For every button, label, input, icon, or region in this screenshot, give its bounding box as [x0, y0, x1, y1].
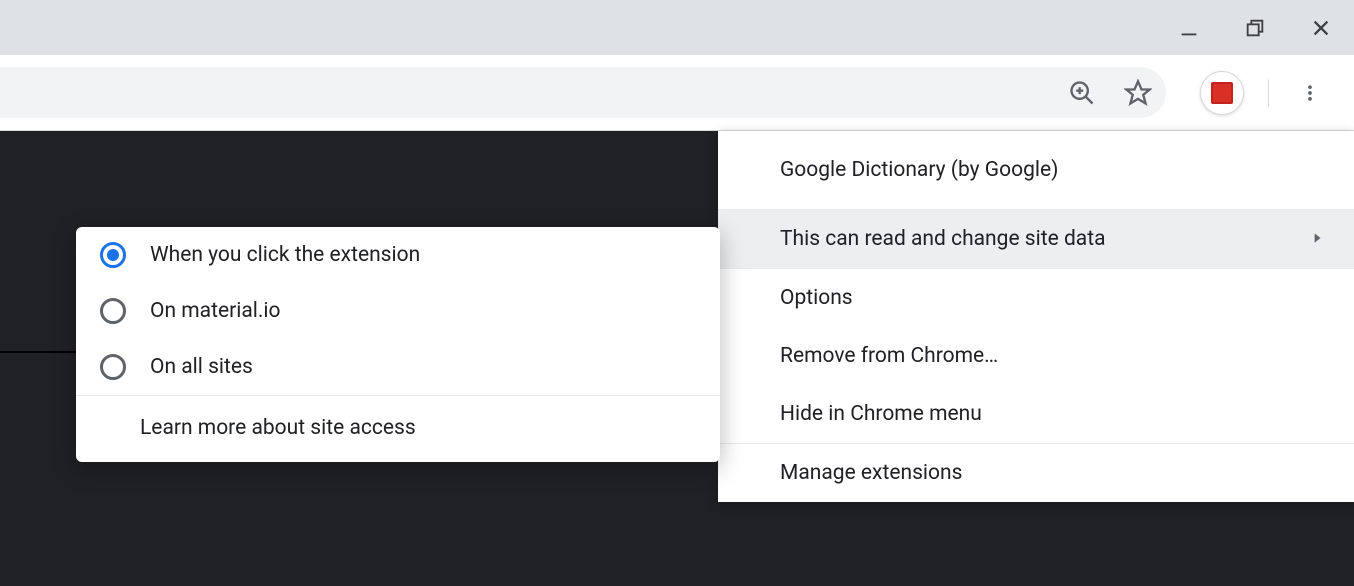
bookmark-star-icon[interactable] [1124, 79, 1152, 107]
menu-item-label: This can read and change site data [780, 227, 1106, 251]
page-divider [0, 351, 82, 353]
site-access-submenu: When you click the extension On material… [76, 227, 720, 462]
menu-item-remove[interactable]: Remove from Chrome… [718, 327, 1354, 385]
learn-more-link[interactable]: Learn more about site access [76, 396, 720, 462]
option-label: When you click the extension [150, 243, 420, 267]
window-close-button[interactable] [1288, 0, 1354, 55]
site-access-option-on-site[interactable]: On material.io [76, 283, 720, 339]
site-access-option-all-sites[interactable]: On all sites [76, 339, 720, 395]
menu-item-label: Manage extensions [780, 461, 962, 485]
site-access-option-on-click[interactable]: When you click the extension [76, 227, 720, 283]
radio-unselected-icon [100, 298, 126, 324]
window-titlebar [0, 0, 1354, 55]
menu-item-options[interactable]: Options [718, 269, 1354, 327]
radio-unselected-icon [100, 354, 126, 380]
extension-icon[interactable] [1200, 71, 1244, 115]
context-menu-title: Google Dictionary (by Google) [718, 131, 1354, 210]
menu-item-label: Hide in Chrome menu [780, 402, 982, 426]
zoom-icon[interactable] [1068, 79, 1096, 107]
option-label: On material.io [150, 299, 280, 323]
menu-item-site-data[interactable]: This can read and change site data [718, 210, 1354, 268]
browser-menu-button[interactable] [1296, 79, 1324, 107]
menu-item-label: Options [780, 286, 853, 310]
extension-context-menu: Google Dictionary (by Google) This can r… [718, 131, 1354, 502]
menu-item-hide[interactable]: Hide in Chrome menu [718, 385, 1354, 443]
browser-toolbar [0, 55, 1354, 131]
radio-selected-icon [100, 242, 126, 268]
option-label: On all sites [150, 355, 253, 379]
window-minimize-button[interactable] [1156, 0, 1222, 55]
menu-item-label: Remove from Chrome… [780, 344, 998, 368]
dictionary-icon [1211, 82, 1233, 104]
omnibox[interactable] [0, 67, 1166, 118]
menu-item-manage-extensions[interactable]: Manage extensions [718, 444, 1354, 502]
toolbar-separator [1268, 79, 1269, 107]
window-maximize-button[interactable] [1222, 0, 1288, 55]
learn-more-label: Learn more about site access [140, 416, 416, 440]
submenu-chevron-icon [1310, 227, 1324, 251]
